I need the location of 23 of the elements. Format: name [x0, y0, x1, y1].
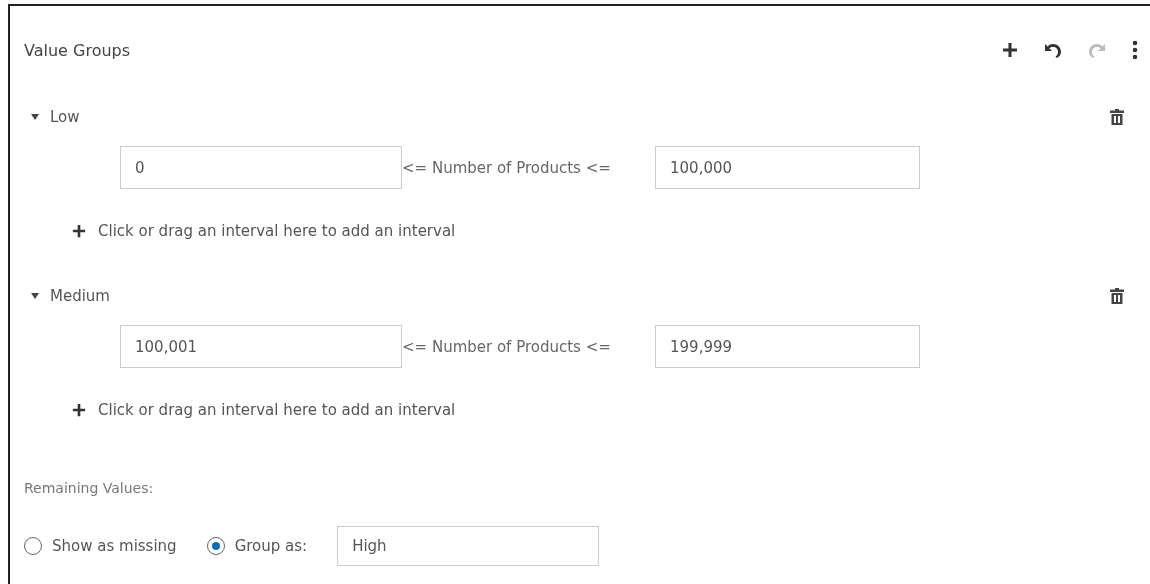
panel-title: Value Groups — [24, 40, 131, 60]
add-interval-hint[interactable]: Click or drag an interval here to add an interval — [98, 222, 456, 240]
caret-icon — [30, 112, 40, 122]
group-name: Medium — [50, 287, 110, 305]
operator-label: <= Number of Products <= — [402, 158, 612, 177]
min-value-field[interactable]: 100,001 — [120, 325, 402, 368]
add-icon — [72, 403, 86, 417]
delete-button[interactable] — [1108, 286, 1126, 306]
add-interval-hint[interactable]: Click or drag an interval here to add an interval — [98, 401, 456, 419]
radio-option[interactable]: Group as: — [206, 537, 308, 555]
max-value-field[interactable]: 199,999 — [655, 325, 920, 368]
group-name: Low — [50, 108, 80, 126]
remaining-values-label: Remaining Values: — [24, 480, 155, 496]
caret-icon — [30, 291, 40, 301]
group-name-field[interactable]: High — [337, 526, 600, 566]
add-icon — [72, 224, 86, 238]
radio-option[interactable]: Show as missing — [24, 537, 177, 555]
add-button[interactable] — [1000, 40, 1020, 60]
operator-label: <= Number of Products <= — [402, 337, 612, 356]
delete-button[interactable] — [1108, 107, 1126, 127]
max-value-field[interactable]: 100,000 — [655, 146, 920, 189]
min-value-field[interactable]: 0 — [120, 146, 402, 189]
more-menu-button[interactable] — [1130, 38, 1140, 62]
